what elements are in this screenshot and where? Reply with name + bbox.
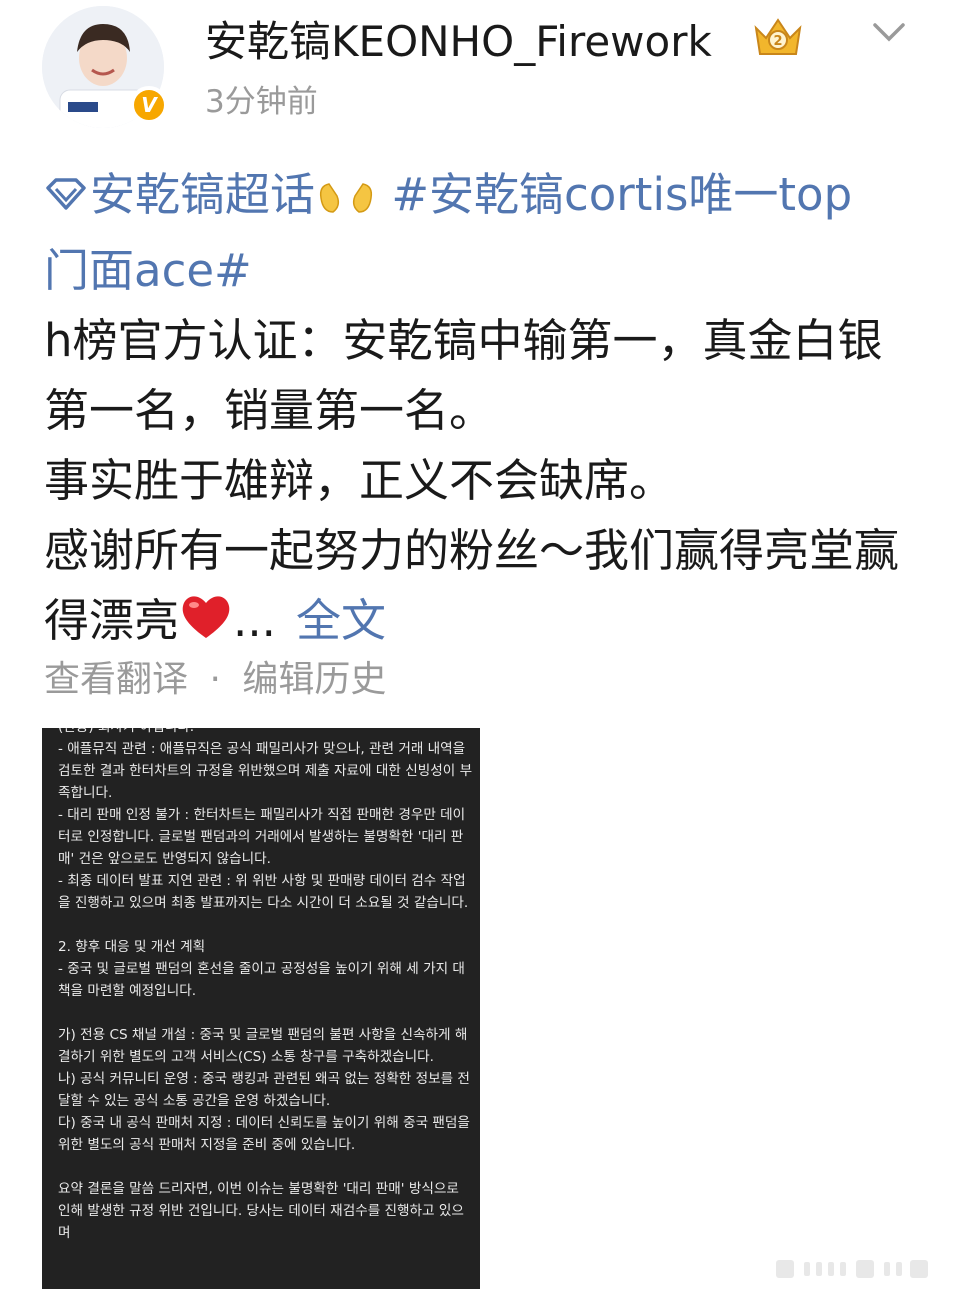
image-count-indicator-icon — [770, 1258, 950, 1280]
avatar[interactable]: V — [42, 6, 168, 128]
full-text-link[interactable]: 全文 — [296, 594, 386, 647]
post-paragraph-2: 事实胜于雄辩，正义不会缺席。 — [44, 454, 675, 507]
post-actions: 查看翻译 · 编辑历史 — [44, 650, 386, 702]
supertopic-link[interactable]: 安乾镐超话 — [44, 168, 315, 221]
supertopic-label: 安乾镐超话 — [90, 168, 316, 221]
ellipsis: ... — [233, 594, 276, 647]
view-translation-link[interactable]: 查看翻译 — [44, 659, 188, 700]
supertopic-diamond-icon — [44, 162, 88, 210]
svg-text:2: 2 — [773, 34, 782, 49]
post-paragraph-3: 感谢所有一起努力的粉丝～我们赢得亮堂赢得漂亮 — [44, 524, 900, 647]
image-korean-notice-text: (한중) 회사가 아닙니다. - 애플뮤직 관련 : 애플뮤직은 공식 패밀리사… — [58, 728, 473, 1241]
post-image[interactable]: (한중) 회사가 아닙니다. - 애플뮤직 관련 : 애플뮤직은 공식 패밀리사… — [42, 728, 480, 1289]
username[interactable]: 安乾镐KEONHO_Firework — [205, 8, 712, 69]
action-separator: · — [209, 659, 221, 700]
chevron-down-icon[interactable] — [872, 20, 906, 44]
edit-history-link[interactable]: 编辑历史 — [242, 659, 386, 700]
post-time: 3分钟前 — [205, 84, 318, 120]
verified-v-icon: V — [130, 86, 168, 124]
hashtag-link-continued[interactable]: 门面ace# — [44, 244, 252, 297]
post-content: 安乾镐超话 #安乾镐cortis唯一top 门面ace# h榜官方认证：安乾镐中… — [44, 160, 924, 662]
post-paragraph-1: h榜官方认证：安乾镐中输第一，真金白银第一名，销量第一名。 — [44, 314, 883, 437]
crown-badge-icon[interactable]: 2 — [750, 14, 806, 60]
clapping-hands-emoji-icon — [315, 166, 377, 236]
hashtag-link[interactable]: #安乾镐cortis唯一top — [391, 168, 852, 221]
